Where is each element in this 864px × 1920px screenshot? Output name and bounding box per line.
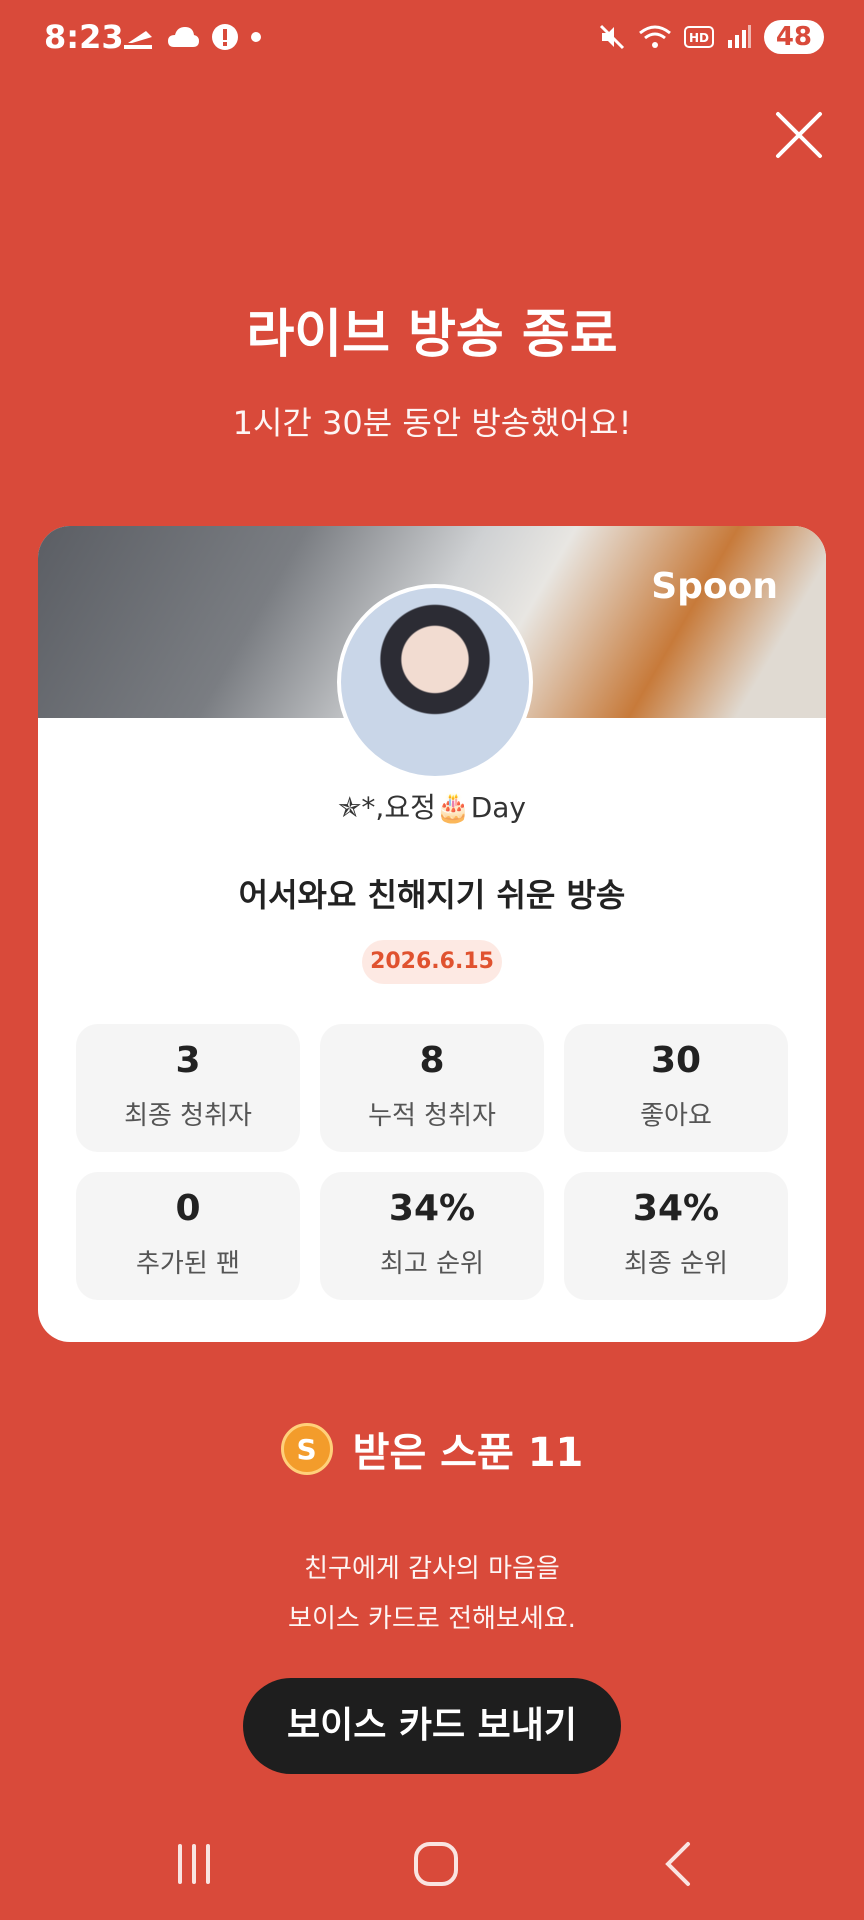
stats-grid: 3 최종 청취자 8 누적 청취자 30 좋아요 0 추가된 팬 34% 최고 … bbox=[76, 1024, 788, 1300]
stat-value: 30 bbox=[650, 1040, 702, 1081]
brand-logo: Spoon bbox=[651, 566, 778, 607]
stat-label: 누적 청취자 bbox=[368, 1101, 496, 1131]
home-icon[interactable] bbox=[406, 1834, 466, 1894]
svg-text:HD: HD bbox=[689, 31, 709, 45]
spoons-received: S 받은 스푼 11 bbox=[0, 1420, 864, 1478]
system-icons: HD 48 bbox=[598, 20, 824, 54]
host-nickname: ✯*,요정🎂Day bbox=[337, 791, 527, 824]
broadcast-summary-card: Spoon ✯*,요정🎂Day 어서와요 친해지기 쉬운 방송 2026.6.1… bbox=[38, 526, 826, 1342]
close-icon[interactable] bbox=[772, 108, 826, 162]
page-title: 라이브 방송 종료 bbox=[246, 305, 618, 365]
stat-value: 34% bbox=[388, 1188, 476, 1229]
stat-total-listeners: 8 누적 청취자 bbox=[320, 1024, 544, 1152]
back-icon[interactable] bbox=[648, 1834, 708, 1894]
mute-icon bbox=[599, 24, 624, 50]
dot-icon bbox=[251, 32, 261, 42]
battery-indicator: 48 bbox=[763, 20, 824, 54]
alert-icon bbox=[212, 24, 238, 50]
stat-likes: 30 좋아요 bbox=[564, 1024, 788, 1152]
recent-apps-icon[interactable] bbox=[164, 1834, 224, 1894]
stat-value: 3 bbox=[175, 1040, 201, 1081]
send-voice-card-button[interactable]: 보이스 카드 보내기 bbox=[243, 1678, 621, 1774]
broadcast-date-badge: 2026.6.15 bbox=[362, 940, 502, 984]
stat-value: 34% bbox=[632, 1188, 720, 1229]
stat-best-rank: 34% 최고 순위 bbox=[320, 1172, 544, 1300]
spoon-coin-icon: S bbox=[280, 1423, 333, 1475]
broadcast-title: 어서와요 친해지기 쉬운 방송 bbox=[238, 876, 626, 914]
stat-label: 최종 순위 bbox=[624, 1249, 728, 1279]
notification-icons bbox=[122, 22, 262, 52]
page-subtitle: 1시간 30분 동안 방송했어요! bbox=[232, 404, 632, 442]
stat-label: 좋아요 bbox=[640, 1101, 712, 1131]
stat-new-fans: 0 추가된 팬 bbox=[76, 1172, 300, 1300]
wifi-icon bbox=[638, 25, 671, 48]
stat-value: 8 bbox=[419, 1040, 445, 1081]
message-line: 친구에게 감사의 마음을 bbox=[304, 1554, 560, 1584]
stat-label: 최고 순위 bbox=[380, 1249, 484, 1279]
stat-label: 최종 청취자 bbox=[124, 1101, 252, 1131]
stat-final-rank: 34% 최종 순위 bbox=[564, 1172, 788, 1300]
voice-card-message: 친구에게 감사의 마음을 보이스 카드로 전해보세요. bbox=[0, 1544, 864, 1644]
avatar bbox=[337, 584, 533, 780]
signal-icon bbox=[727, 25, 751, 48]
cloud-icon bbox=[168, 27, 199, 47]
message-line: 보이스 카드로 전해보세요. bbox=[288, 1604, 576, 1634]
status-time: 8:23 bbox=[44, 18, 124, 56]
status-bar: 8:23 HD 48 bbox=[0, 0, 864, 80]
hd-icon: HD bbox=[683, 26, 714, 48]
stat-label: 추가된 팬 bbox=[136, 1249, 240, 1279]
stat-final-listeners: 3 최종 청취자 bbox=[76, 1024, 300, 1152]
system-nav-bar bbox=[0, 1820, 864, 1900]
spoons-received-label: 받은 스푼 11 bbox=[352, 1430, 584, 1476]
hat-icon bbox=[124, 31, 152, 49]
stat-value: 0 bbox=[175, 1188, 201, 1229]
